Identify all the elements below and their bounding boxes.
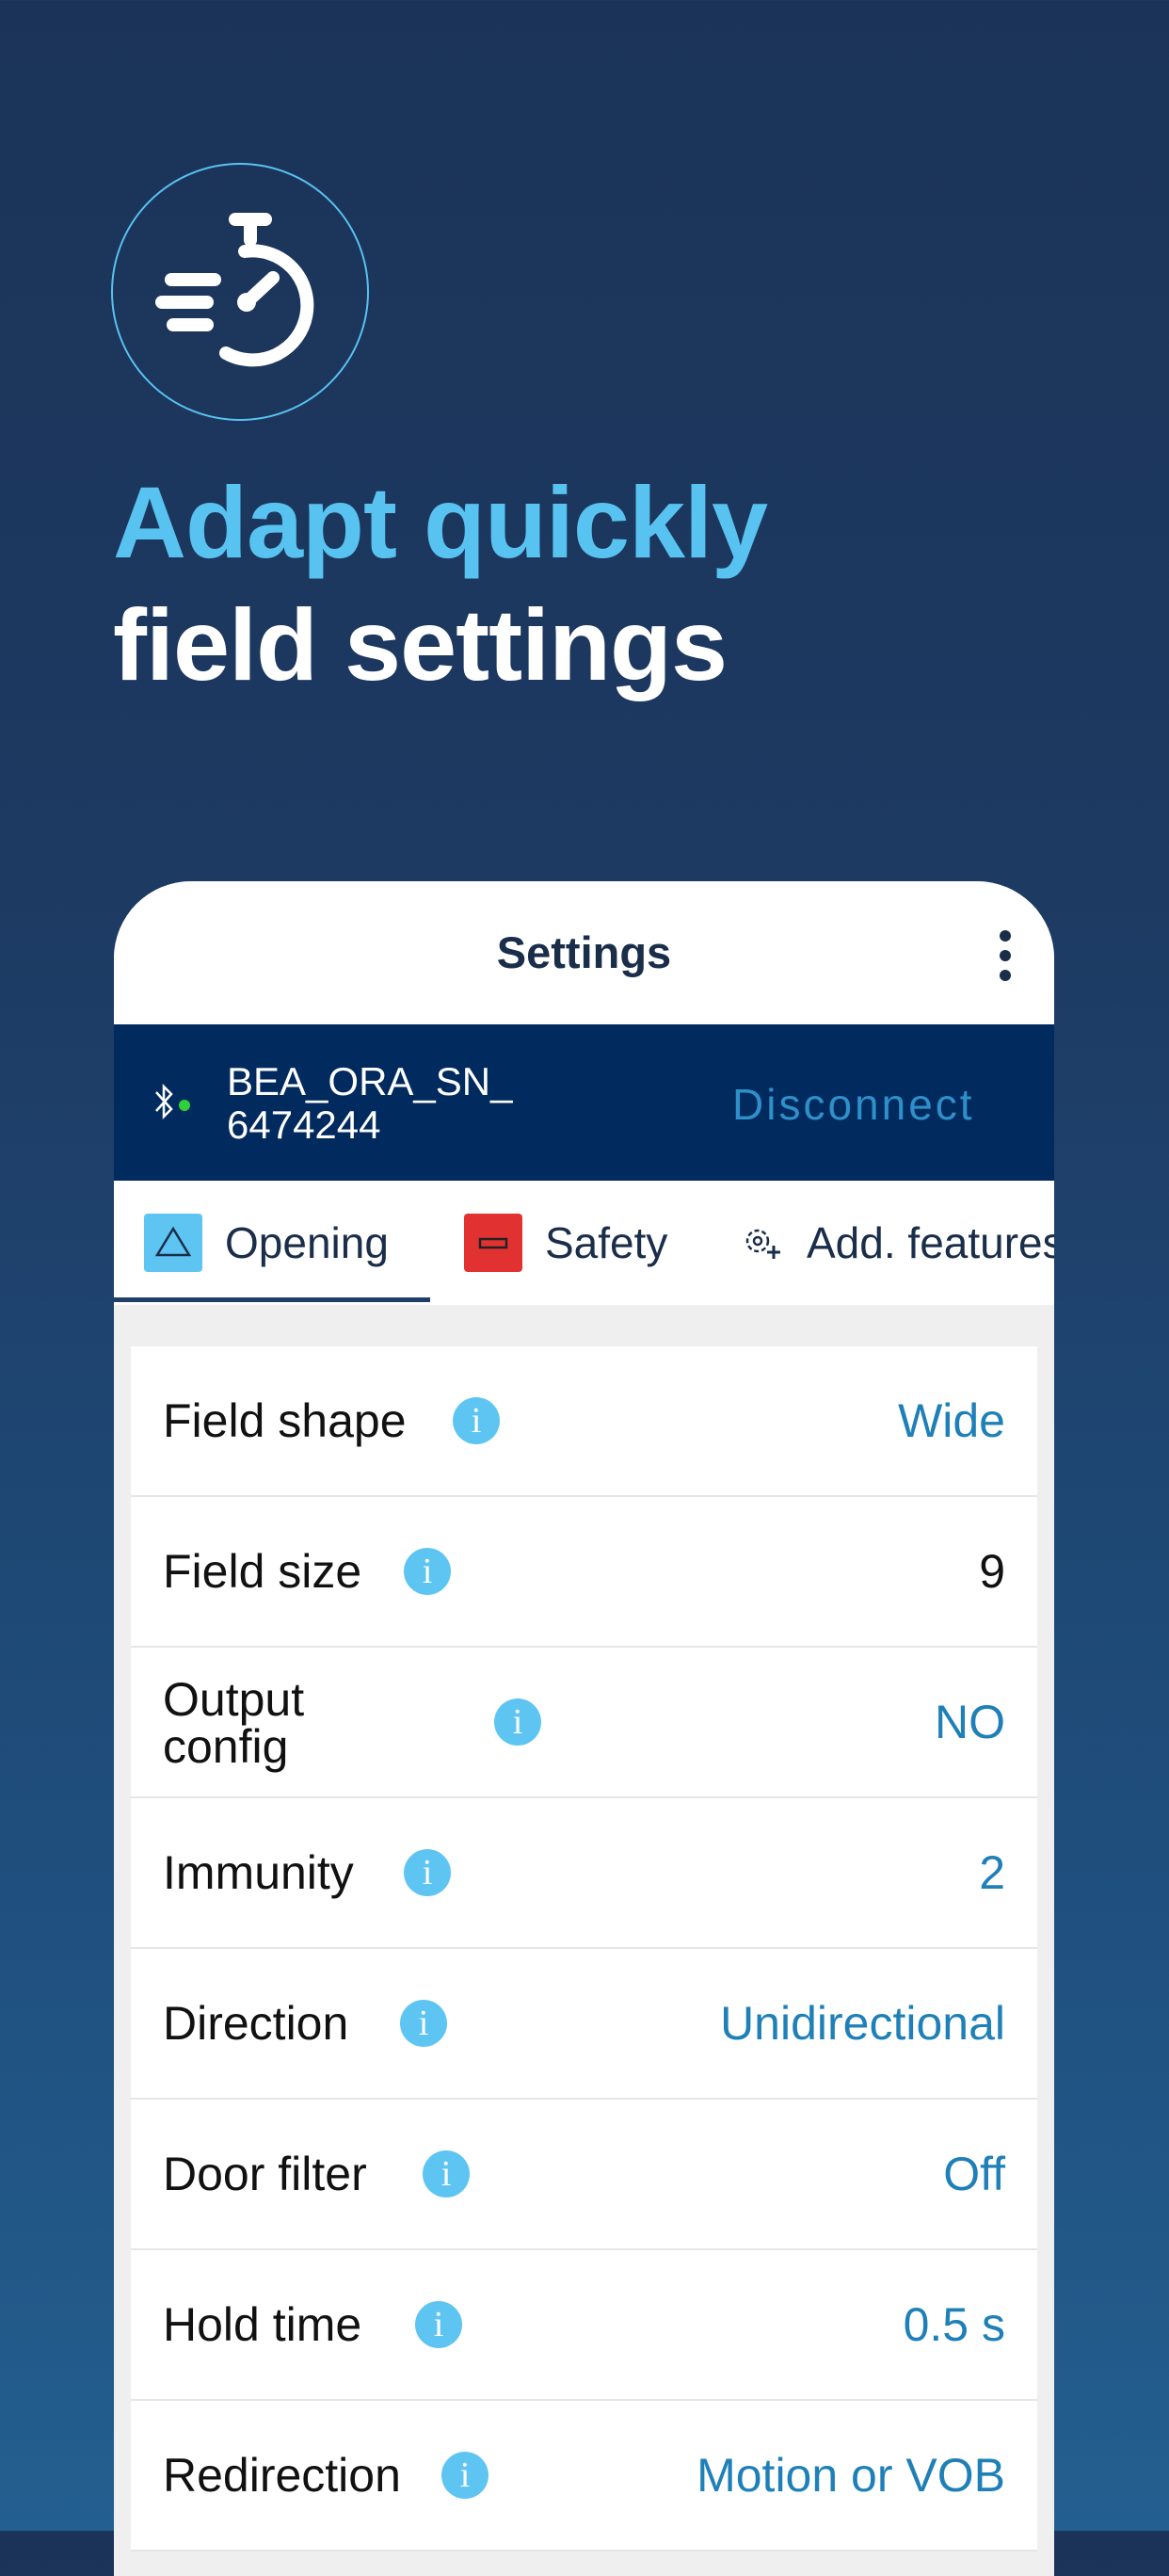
setting-label: Field size [163,1545,362,1598]
headline-line-2: field settings [113,588,728,701]
info-icon[interactable]: i [441,2452,488,2499]
setting-value: 2 [979,1846,1005,1899]
triangle-icon [144,1214,202,1272]
tab-indicator [114,1297,430,1302]
setting-label: Output config [163,1673,305,1773]
setting-value: NO [935,1696,1005,1748]
setting-label: Redirection [163,2449,401,2502]
device-bar: BEA_ORA_SN_6474244 Disconnect [114,1024,1054,1181]
tab-bar: Opening Safety Add. features [114,1181,1054,1306]
tab-safety[interactable]: Safety [464,1181,667,1305]
gear-plus-icon [745,1229,780,1259]
info-icon[interactable]: i [404,1548,451,1595]
setting-value: 9 [979,1545,1005,1598]
setting-label: Direction [163,1997,349,2050]
setting-value: Off [943,2148,1005,2200]
info-icon[interactable]: i [423,2150,470,2198]
setting-value: 0.5 s [903,2298,1005,2351]
connection-status-dot [179,1100,190,1111]
tab-safety-label: Safety [545,1218,668,1267]
setting-label: Door filter [163,2148,367,2200]
setting-value: Motion or VOB [697,2449,1005,2502]
headline-line-1: Adapt quickly [113,465,768,579]
tab-opening-label: Opening [225,1218,389,1267]
setting-row-field-shape[interactable]: Field shape i Wide [131,1346,1037,1497]
tab-add-features[interactable]: Add. features [739,1181,1054,1305]
disconnect-button[interactable]: Disconnect [732,1079,975,1130]
tab-add-features-label: Add. features [807,1218,1054,1267]
setting-row-immunity[interactable]: Immunity i 2 [131,1798,1037,1949]
setting-label: Hold time [163,2298,362,2351]
headline: Adapt quickly field settings [113,461,768,706]
setting-value: Unidirectional [720,1997,1005,2050]
setting-row-door-filter[interactable]: Door filter i Off [131,2100,1037,2250]
info-icon[interactable]: i [494,1699,541,1746]
setting-label: Immunity [163,1846,354,1899]
info-icon[interactable]: i [453,1397,500,1444]
phone-mockup: Settings BEA_ORA_SN_6474244 Disconnect O… [114,881,1054,2576]
device-name: BEA_ORA_SN_6474244 [227,1059,513,1147]
info-icon[interactable]: i [400,2000,447,2047]
setting-label: Field shape [163,1394,407,1447]
page-title: Settings [496,927,672,977]
app-bar: Settings [114,881,1054,1024]
more-vert-icon[interactable] [1000,930,1013,981]
setting-row-hold-time[interactable]: Hold time i 0.5 s [131,2250,1037,2401]
bluetooth-icon [155,1083,173,1120]
red-box-icon [464,1214,522,1272]
stopwatch-speed-icon [111,163,369,421]
tab-opening[interactable]: Opening [144,1181,389,1305]
settings-content: Field shape i Wide Field size i 9 Output… [114,1305,1054,2576]
setting-row-output-config[interactable]: Output config i NO [131,1648,1037,1798]
info-icon[interactable]: i [404,1849,451,1896]
setting-row-redirection[interactable]: Redirection i Motion or VOB [131,2401,1037,2552]
setting-row-field-size[interactable]: Field size i 9 [131,1497,1037,1648]
info-icon[interactable]: i [415,2301,462,2348]
setting-value: Wide [898,1394,1005,1447]
settings-list: Field shape i Wide Field size i 9 Output… [131,1346,1037,2552]
setting-row-direction[interactable]: Direction i Unidirectional [131,1949,1037,2100]
